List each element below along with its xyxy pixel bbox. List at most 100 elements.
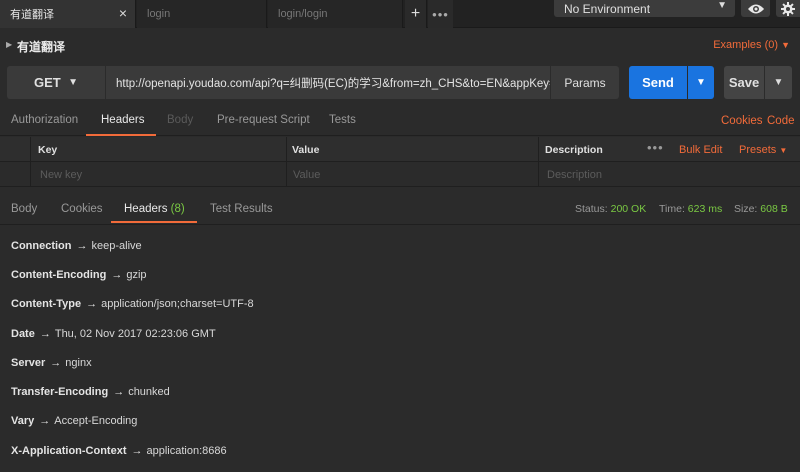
list-item: Date → Thu, 02 Nov 2017 02:23:06 GMT xyxy=(11,328,216,340)
url-value: http://openapi.youdao.com/api?q=纠删码(EC)的… xyxy=(116,77,550,90)
header-value: application:8686 xyxy=(146,445,227,457)
add-tab-button[interactable]: + xyxy=(405,0,427,28)
params-button[interactable]: Params xyxy=(551,66,619,99)
tab-headers[interactable]: Headers xyxy=(101,114,144,126)
tab-test-results[interactable]: Test Results xyxy=(210,203,273,215)
environment-label: No Environment xyxy=(564,1,651,16)
column-divider xyxy=(538,137,539,187)
method-select[interactable]: GET ▼ xyxy=(7,66,105,99)
list-item: Server → nginx xyxy=(11,357,92,369)
time-value: 623 ms xyxy=(687,203,723,215)
examples-link[interactable]: Examples (0) ▼ xyxy=(713,39,790,51)
header-value: keep-alive xyxy=(91,240,142,252)
arrow-right-icon: → xyxy=(39,328,51,340)
size-readout: Size: 608 B xyxy=(734,203,788,215)
tab-login-login[interactable]: login/login xyxy=(268,0,403,28)
active-tab-indicator xyxy=(86,134,156,136)
presets-link[interactable]: Presets ▼ xyxy=(739,144,787,156)
list-item: X-Application-Context → application:8686 xyxy=(11,445,227,457)
header-key: Connection xyxy=(11,240,72,252)
tab-youdao-translate[interactable]: 有道翻译 × xyxy=(0,0,136,28)
list-item: Content-Type → application/json;charset=UT… xyxy=(11,298,254,310)
chevron-down-icon: ▼ xyxy=(68,77,78,88)
header-key: Content-Type xyxy=(11,298,82,310)
environment-quick-look-button[interactable] xyxy=(741,0,770,17)
request-headers-table: Key Value Description ••• Bulk Edit Pres… xyxy=(0,137,800,187)
tab-login[interactable]: login xyxy=(137,0,267,28)
header-key: Transfer-Encoding xyxy=(11,386,109,398)
arrow-right-icon: → xyxy=(50,357,62,369)
arrow-right-icon: → xyxy=(76,240,88,252)
more-tabs-icon[interactable]: ••• xyxy=(428,0,453,28)
header-value: Accept-Encoding xyxy=(54,415,138,427)
table-row: New key Value Description xyxy=(0,162,800,187)
settings-button[interactable] xyxy=(776,0,800,17)
tab-label: login/login xyxy=(278,8,328,20)
tab-response-body[interactable]: Body xyxy=(11,203,37,215)
tab-response-headers[interactable]: Headers (8) xyxy=(124,203,185,215)
gear-icon xyxy=(781,1,795,16)
save-button[interactable]: Save xyxy=(724,66,764,99)
cookies-link[interactable]: Cookies xyxy=(721,115,763,127)
close-icon[interactable]: × xyxy=(119,6,127,20)
send-button[interactable]: Send xyxy=(629,66,687,99)
header-value: gzip xyxy=(126,269,147,281)
column-description: Description xyxy=(545,144,603,156)
list-item: Content-Encoding → gzip xyxy=(11,269,147,281)
status-value: 200 OK xyxy=(610,203,647,215)
eye-icon xyxy=(747,4,764,13)
arrow-right-icon: → xyxy=(113,386,125,398)
environment-select[interactable]: No Environment ▼ xyxy=(554,0,735,17)
request-tabs: Authorization Headers Body Pre-request S… xyxy=(0,106,800,136)
method-label: GET xyxy=(34,75,61,90)
new-key-input[interactable]: New key xyxy=(40,169,82,181)
status-readout: Status: 200 OK xyxy=(575,203,646,215)
chevron-down-icon: ▼ xyxy=(773,77,784,88)
tab-pre-request-script[interactable]: Pre-request Script xyxy=(217,114,310,126)
time-label: Time: xyxy=(659,203,685,215)
list-item: Transfer-Encoding → chunked xyxy=(11,386,170,398)
time-readout: Time: 623 ms xyxy=(659,203,722,215)
header-key: Content-Encoding xyxy=(11,269,107,281)
header-value: application/json;charset=UTF-8 xyxy=(101,298,254,310)
tab-body[interactable]: Body xyxy=(167,114,193,126)
tab-authorization[interactable]: Authorization xyxy=(11,114,78,126)
header-value: nginx xyxy=(65,357,92,369)
request-name-row: ▶ 有道翻译 Examples (0) ▼ xyxy=(0,30,800,60)
request-tab-strip: 有道翻译 × login login/login + ••• No Enviro… xyxy=(0,0,800,28)
header-value: Thu, 02 Nov 2017 02:23:06 GMT xyxy=(54,328,216,340)
column-key: Key xyxy=(38,144,58,156)
tab-label: login xyxy=(147,8,171,20)
list-item: Vary → Accept-Encoding xyxy=(11,415,137,427)
caret-right-icon[interactable]: ▶ xyxy=(6,40,12,49)
arrow-right-icon: → xyxy=(131,445,143,457)
header-key: Server xyxy=(11,357,46,369)
chevron-down-icon: ▼ xyxy=(717,0,727,11)
tab-tests[interactable]: Tests xyxy=(329,114,356,126)
tab-label: 有道翻译 xyxy=(10,9,54,21)
new-value-input[interactable]: Value xyxy=(293,169,320,181)
tab-response-cookies[interactable]: Cookies xyxy=(61,203,103,215)
header-count-badge: (8) xyxy=(170,203,185,215)
chevron-down-icon: ▼ xyxy=(779,146,788,155)
column-divider xyxy=(286,137,287,187)
new-description-input[interactable]: Description xyxy=(547,169,602,181)
header-value: chunked xyxy=(128,386,170,398)
header-key: X-Application-Context xyxy=(11,445,127,457)
chevron-down-icon: ▼ xyxy=(781,40,790,50)
url-input[interactable]: http://openapi.youdao.com/api?q=纠删码(EC)的… xyxy=(106,66,550,99)
column-divider xyxy=(30,137,31,187)
column-value: Value xyxy=(292,144,320,156)
size-label: Size: xyxy=(734,203,758,215)
arrow-right-icon: → xyxy=(111,269,123,281)
code-link[interactable]: Code xyxy=(767,115,795,127)
presets-label: Presets xyxy=(739,144,777,156)
arrow-right-icon: → xyxy=(86,298,98,310)
bulk-edit-link[interactable]: Bulk Edit xyxy=(679,144,722,156)
send-options-button[interactable]: ▼ xyxy=(688,66,714,99)
active-tab-indicator xyxy=(111,221,197,223)
chevron-down-icon: ▼ xyxy=(696,77,706,88)
request-name[interactable]: 有道翻译 xyxy=(17,38,65,55)
save-options-button[interactable]: ▼ xyxy=(765,66,792,99)
more-options-icon[interactable]: ••• xyxy=(647,140,664,155)
